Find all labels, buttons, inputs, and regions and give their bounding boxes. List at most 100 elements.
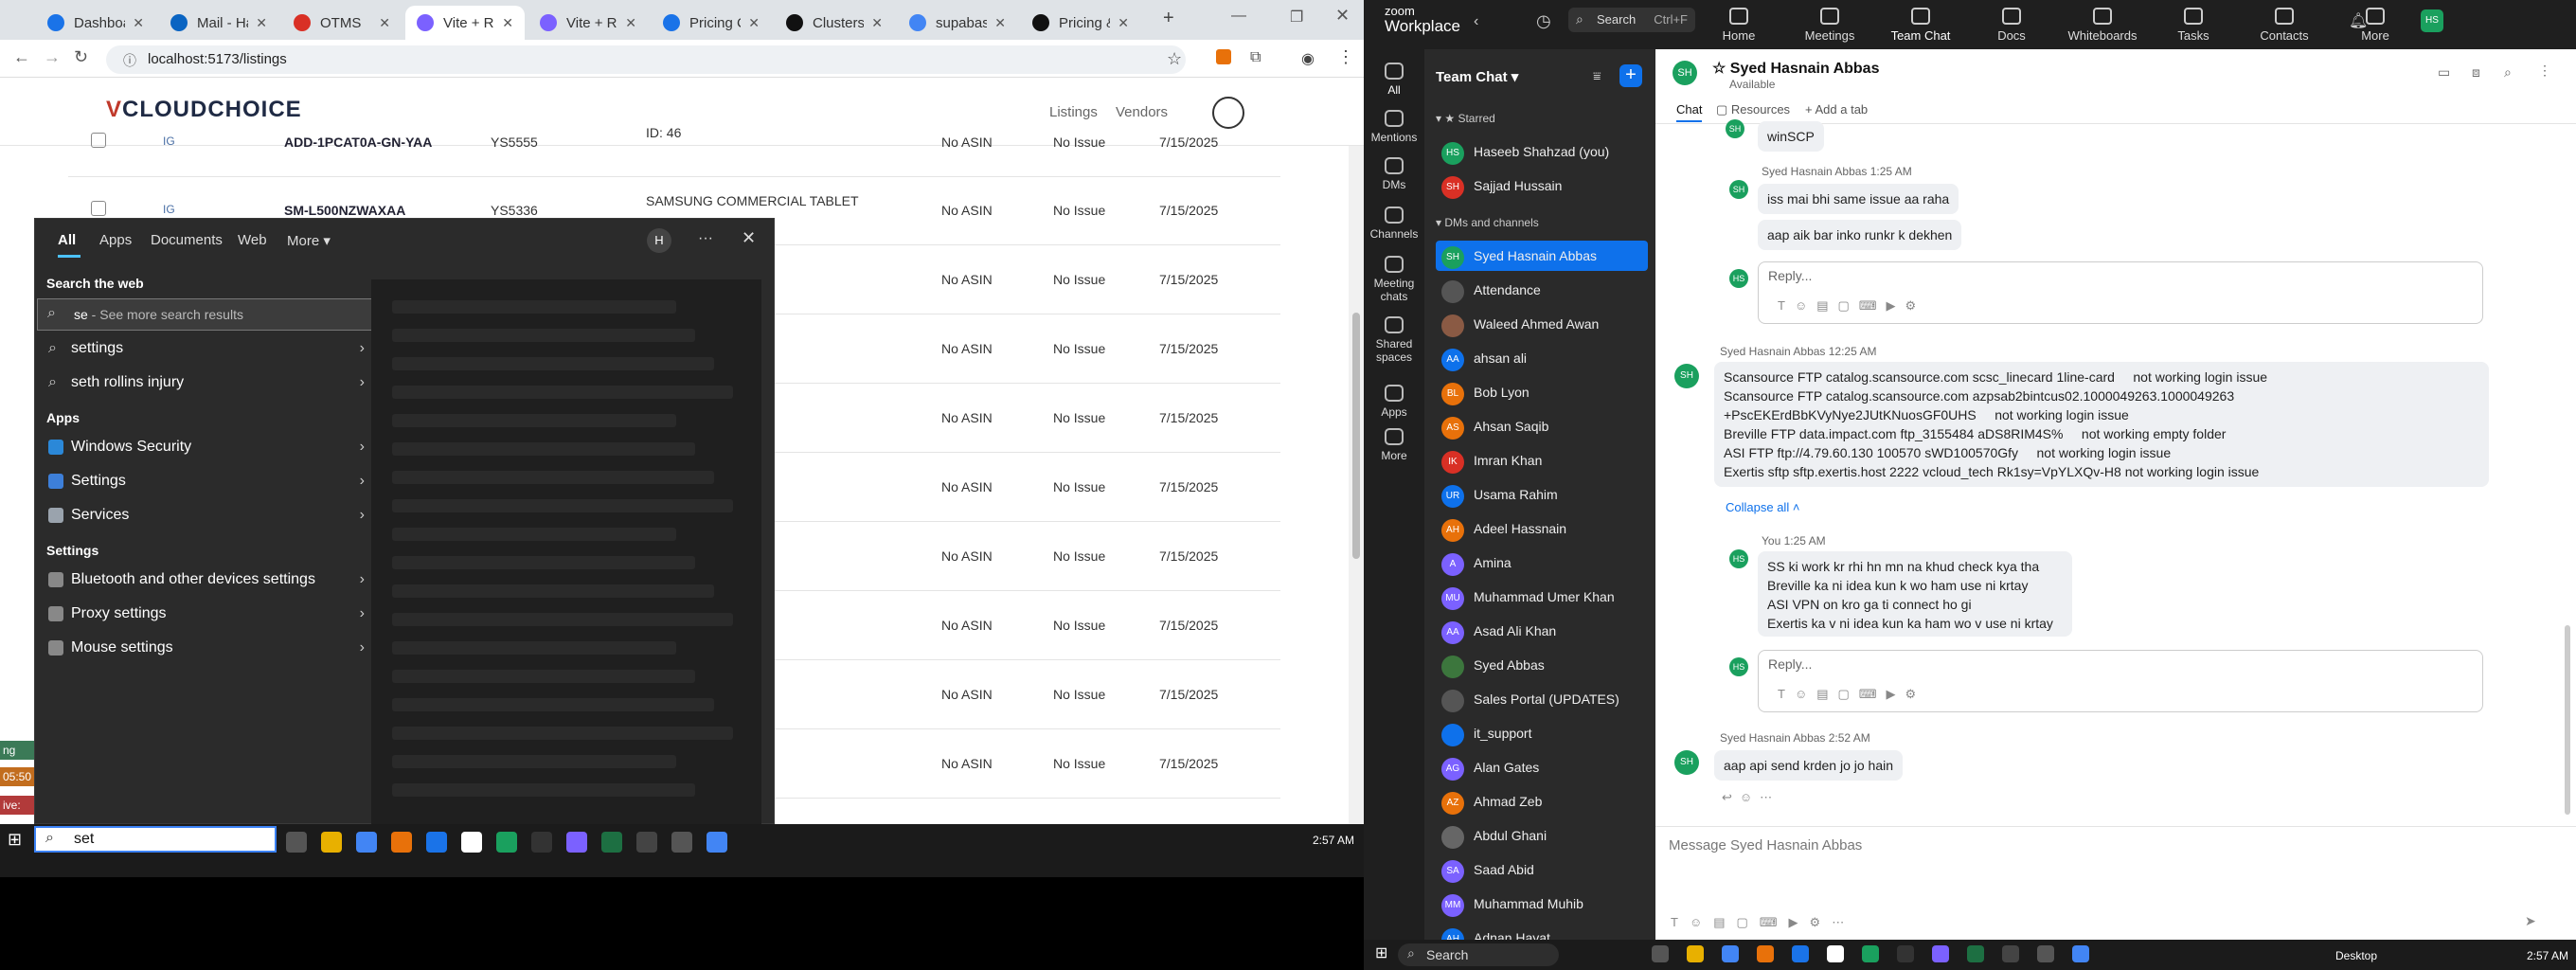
taskbar-clock[interactable]: 2:57 AM xyxy=(1313,834,1354,847)
row-checkbox[interactable] xyxy=(91,201,106,216)
taskbar-search-input[interactable]: set xyxy=(34,826,277,853)
starred-heading[interactable]: ▾ ★ Starred xyxy=(1436,112,1495,125)
browser-tab[interactable]: OTMS ✕ xyxy=(282,6,402,40)
tab-add[interactable]: + Add a tab xyxy=(1805,102,1868,117)
taskbar-app-icon[interactable] xyxy=(2037,945,2054,962)
tab-close-icon[interactable]: ✕ xyxy=(625,15,636,31)
settings-result[interactable]: Mouse settings › xyxy=(45,632,382,664)
rail-dms[interactable]: DMs xyxy=(1364,157,1424,191)
zoom-nav-whiteboards[interactable]: Whiteboards xyxy=(2065,4,2140,43)
taskbar-app-icon[interactable] xyxy=(1862,945,1879,962)
zoom-nav-contacts[interactable]: Contacts xyxy=(2246,4,2322,43)
chat-list-item[interactable]: HS Haseeb Shahzad (you) xyxy=(1436,136,1648,167)
web-result-seth-rollins[interactable]: ⌕ seth rollins injury › xyxy=(45,367,382,399)
url-field[interactable]: localhost:5173/listings xyxy=(106,45,1186,74)
rail-apps[interactable]: Apps xyxy=(1364,385,1424,419)
chat-contact-avatar[interactable]: SH xyxy=(1673,61,1697,85)
taskbar-app-icon[interactable] xyxy=(636,832,657,853)
tab-close-icon[interactable]: ✕ xyxy=(1118,15,1129,31)
app-result[interactable]: Services › xyxy=(45,499,382,531)
tab-close-icon[interactable]: ✕ xyxy=(256,15,267,31)
browser-menu-icon[interactable]: ⋮ xyxy=(1337,47,1354,67)
show-desktop[interactable]: Desktop xyxy=(2335,949,2377,962)
chat-list-item[interactable]: BL Bob Lyon xyxy=(1436,377,1648,407)
chat-list-item[interactable]: IK Imran Khan xyxy=(1436,445,1648,476)
new-chat-button[interactable]: + xyxy=(1619,64,1642,87)
widget-timer[interactable]: 05:50 xyxy=(0,767,34,786)
widget-status[interactable]: ng Sta xyxy=(0,741,34,776)
chat-list-item[interactable]: AS Ahsan Saqib xyxy=(1436,411,1648,441)
page-scrollbar-thumb[interactable] xyxy=(1352,313,1360,559)
zoom-nav-team-chat[interactable]: Team Chat xyxy=(1883,4,1959,43)
start-icon[interactable]: ⊞ xyxy=(8,830,22,850)
message-bubble-reply[interactable]: SS ki work kr rhi hn mn na khud check ky… xyxy=(1758,551,2072,637)
bell-icon[interactable]: 🔔︎ xyxy=(2349,11,2368,30)
chat-list-item[interactable]: AG Alan Gates xyxy=(1436,752,1648,782)
settings-result[interactable]: Proxy settings › xyxy=(45,598,382,630)
team-chat-title[interactable]: Team Chat ▾ xyxy=(1436,68,1518,85)
composer-toolbar-icons[interactable]: T☺▤▢⌨▶⚙⋯ xyxy=(1671,915,1855,930)
taskbar-app-icon[interactable] xyxy=(1897,945,1914,962)
taskbar-app-icon[interactable] xyxy=(601,832,622,853)
taskbar-app-icon[interactable] xyxy=(1967,945,1984,962)
zoom-profile-avatar[interactable]: HS xyxy=(2421,9,2443,32)
extensions-puzzle-icon[interactable]: ⧉ xyxy=(1250,49,1261,66)
tab-close-icon[interactable]: ✕ xyxy=(871,15,883,31)
taskbar-app-icon[interactable] xyxy=(391,832,412,853)
taskbar-app-icon[interactable] xyxy=(1757,945,1774,962)
taskbar-app-icon[interactable] xyxy=(1932,945,1949,962)
taskbar-app-icon[interactable] xyxy=(1722,945,1739,962)
chat-list-item[interactable]: AA ahsan ali xyxy=(1436,343,1648,373)
browser-tab[interactable]: Vite + Reac ✕ xyxy=(405,6,525,40)
browser-tab[interactable]: Dashboard ✕ xyxy=(36,6,155,40)
taskbar-app-icon[interactable] xyxy=(461,832,482,853)
more-options-icon[interactable]: ··· xyxy=(698,230,713,247)
chat-contact-name[interactable]: ☆ Syed Hasnain Abbas xyxy=(1712,59,1879,78)
more-icon[interactable]: ⋮ xyxy=(2538,63,2551,79)
message-composer[interactable]: Message Syed Hasnain Abbas xyxy=(1669,837,1862,853)
taskbar-app-icon[interactable] xyxy=(356,832,377,853)
filter-icon[interactable]: ⩸ xyxy=(1593,68,1601,84)
close-search-icon[interactable]: ✕ xyxy=(742,228,756,248)
row-checkbox[interactable] xyxy=(91,133,106,148)
start-icon[interactable]: ⊞ xyxy=(1375,943,1387,962)
chat-list-item[interactable]: Attendance xyxy=(1436,275,1648,305)
back-icon[interactable]: ‹ xyxy=(1474,13,1478,30)
tab-close-icon[interactable]: ✕ xyxy=(994,15,1006,31)
taskbar-app-icon[interactable] xyxy=(286,832,307,853)
taskbar-app-icon[interactable] xyxy=(2002,945,2019,962)
dm-heading[interactable]: ▾ DMs and channels xyxy=(1436,216,1539,229)
search-tab-web[interactable]: Web xyxy=(238,232,267,248)
message-bubble[interactable]: aap aik bar inko runkr k dekhen xyxy=(1758,220,1962,250)
tab-close-icon[interactable]: ✕ xyxy=(133,15,144,31)
chat-list-item[interactable]: UR Usama Rahim xyxy=(1436,479,1648,510)
send-icon[interactable]: ➤ xyxy=(2525,913,2536,929)
taskbar-app-icon[interactable] xyxy=(1792,945,1809,962)
top-web-result[interactable]: ⌕ se - See more search results xyxy=(37,298,374,331)
chat-list-item[interactable]: AH Adeel Hassnain xyxy=(1436,513,1648,544)
settings-result[interactable]: Bluetooth and other devices settings › xyxy=(45,564,382,596)
browser-tab[interactable]: supabase p ✕ xyxy=(898,6,1017,40)
tab-close-icon[interactable]: ✕ xyxy=(379,15,390,31)
chat-list-item[interactable]: SH Sajjad Hussain xyxy=(1436,171,1648,201)
reply-toolbar-icons[interactable]: T☺▤▢⌨▶⚙ xyxy=(1778,687,1925,702)
chat-list-item[interactable]: Syed Abbas xyxy=(1436,650,1648,680)
taskbar-search-field[interactable]: Search xyxy=(1398,943,1559,966)
message-bubble-ftp-list[interactable]: Scansource FTP catalog.scansource.com sc… xyxy=(1714,362,2489,487)
rail-meeting-chats[interactable]: Meeting chats xyxy=(1364,256,1424,303)
search-tab-more[interactable]: More ▾ xyxy=(287,232,331,249)
bookmark-star-icon[interactable]: ☆ xyxy=(1167,49,1182,69)
chat-list-item[interactable]: MU Muhammad Umer Khan xyxy=(1436,582,1648,612)
search-icon[interactable]: ⌕ xyxy=(2504,64,2512,81)
message-bubble[interactable]: winSCP xyxy=(1758,121,1824,152)
taskbar-app-icon[interactable] xyxy=(566,832,587,853)
message-actions[interactable]: ↩☺⋯ xyxy=(1722,790,1780,805)
video-icon[interactable]: ▭ xyxy=(2438,64,2450,81)
taskbar-app-icon[interactable] xyxy=(2072,945,2089,962)
collapse-all-link[interactable]: Collapse all ˄ xyxy=(1726,500,1799,514)
zoom-nav-home[interactable]: Home xyxy=(1701,4,1777,43)
zoom-search-field[interactable]: Search Ctrl+F xyxy=(1568,8,1695,32)
message-bubble[interactable]: iss mai bhi same issue aa raha xyxy=(1758,184,1959,214)
rail-more[interactable]: More xyxy=(1364,428,1424,462)
chat-list-item[interactable]: AZ Ahmad Zeb xyxy=(1436,786,1648,817)
